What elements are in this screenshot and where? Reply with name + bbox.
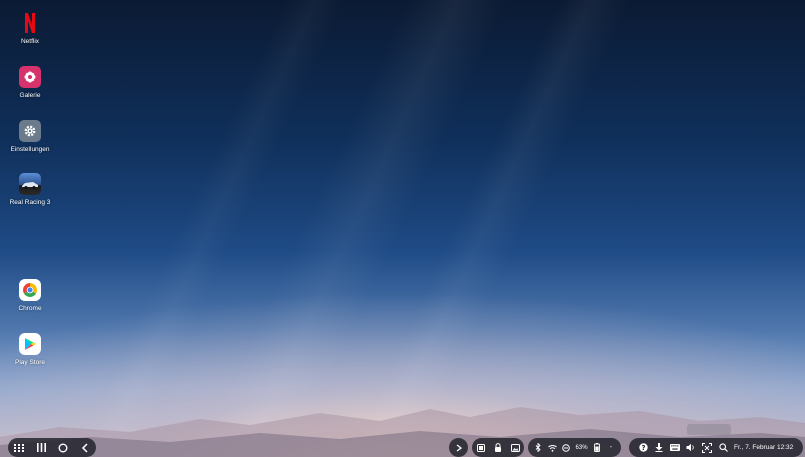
bluetooth-icon [533,440,543,456]
app-label: Play Store [15,359,45,366]
play-store-icon [19,333,41,355]
app-play-store[interactable]: Play Store [4,333,56,366]
app-label: Netflix [20,38,40,45]
app-label: Galerie [19,92,41,99]
home-icon[interactable] [58,440,68,456]
navigation-bar [8,438,96,457]
status-more: - [609,444,613,451]
svg-text:?: ? [641,444,645,452]
notification-tray [472,438,524,457]
fullscreen-tooltip [687,424,731,435]
chevron-right-icon [454,440,464,456]
race-car-icon [19,173,41,195]
back-icon[interactable] [80,440,90,456]
app-label: Chrome [18,305,42,312]
app-netflix[interactable]: Netflix [4,12,56,45]
image-icon[interactable] [510,440,520,456]
recents-icon[interactable] [36,440,46,456]
app-label: Einstellungen [10,146,50,153]
download-icon[interactable] [654,440,664,456]
chrome-icon [19,279,41,301]
keyboard-icon[interactable] [670,440,680,456]
system-tray: ? Fr., 7. Februar 12:32 [629,438,803,457]
expand-button[interactable] [449,438,468,457]
help-icon[interactable]: ? [638,440,648,456]
app-chrome[interactable]: Chrome [4,279,56,312]
status-tray[interactable]: 63% - [528,438,621,457]
volume-icon[interactable] [686,440,696,456]
wifi-icon [547,440,557,456]
clock[interactable]: Fr., 7. Februar 12:32 [734,440,793,456]
app-label: Real Racing 3 [9,199,51,206]
app-real-racing-3[interactable]: Real Racing 3 [4,173,56,206]
app-einstellungen[interactable]: Einstellungen [4,120,56,153]
lock-icon[interactable] [493,440,503,456]
flower-icon [19,66,41,88]
apps-grid-icon[interactable] [14,440,24,456]
gear-icon [19,120,41,142]
battery-level: 63% [575,444,588,451]
netflix-icon [19,12,41,34]
screenshot-icon[interactable] [476,440,486,456]
search-icon[interactable] [718,440,728,456]
do-not-disturb-icon [561,440,571,456]
fullscreen-icon[interactable] [702,440,712,456]
battery-icon [592,440,602,456]
app-galerie[interactable]: Galerie [4,66,56,99]
